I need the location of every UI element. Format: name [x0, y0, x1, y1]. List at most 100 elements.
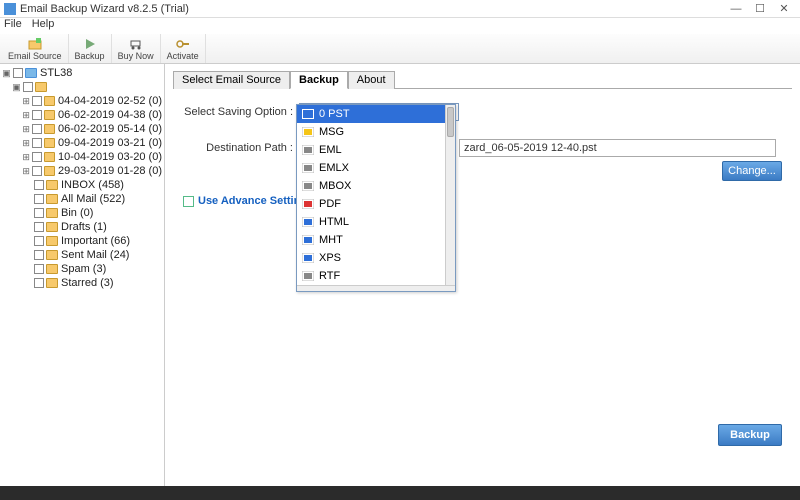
minimize-button[interactable]: —: [724, 3, 748, 15]
format-icon: [301, 180, 315, 192]
tree-date-label[interactable]: 10-04-2019 03-20 (0): [58, 151, 162, 163]
dropdown-hscroll[interactable]: [297, 285, 455, 291]
format-icon: [301, 270, 315, 282]
tree-checkbox[interactable]: [23, 82, 33, 92]
tree-checkbox[interactable]: [34, 208, 44, 218]
dropdown-option-label: MBOX: [319, 180, 351, 192]
toolbar-backup[interactable]: Backup: [69, 34, 112, 63]
tab-backup[interactable]: Backup: [290, 71, 348, 89]
dropdown-option-label: HTML: [319, 216, 349, 228]
folder-plus-icon: [28, 37, 42, 51]
account-icon: [25, 68, 37, 78]
tab-strip: Select Email Source Backup About: [173, 70, 792, 89]
tree-checkbox[interactable]: [34, 264, 44, 274]
folder-icon: [46, 222, 58, 232]
tree-checkbox[interactable]: [32, 166, 41, 176]
tree-folder-label[interactable]: Drafts (1): [61, 221, 107, 233]
dropdown-option-msg[interactable]: MSG: [297, 123, 455, 141]
folder-icon: [44, 138, 55, 148]
tree-folder-label[interactable]: Spam (3): [61, 263, 106, 275]
tree-checkbox[interactable]: [34, 180, 44, 190]
format-icon: [301, 252, 315, 264]
tree-twisty[interactable]: ▣: [12, 82, 21, 93]
tree-twisty[interactable]: ⊞: [22, 138, 30, 149]
tree-date-label[interactable]: 04-04-2019 02-52 (0): [58, 95, 162, 107]
dropdown-option-pdf[interactable]: PDF: [297, 195, 455, 213]
tree-date-label[interactable]: 06-02-2019 05-14 (0): [58, 123, 162, 135]
tree-twisty[interactable]: ⊞: [22, 96, 30, 107]
dropdown-option-mbox[interactable]: MBOX: [297, 177, 455, 195]
destination-path-value: zard_06-05-2019 12-40.pst: [464, 142, 597, 154]
tree-checkbox[interactable]: [34, 250, 44, 260]
dropdown-option-html[interactable]: HTML: [297, 213, 455, 231]
menu-file[interactable]: File: [4, 18, 22, 34]
tree-folder-label[interactable]: INBOX (458): [61, 179, 124, 191]
tree-checkbox[interactable]: [34, 278, 44, 288]
tree-checkbox[interactable]: [13, 68, 23, 78]
advance-settings-checkbox[interactable]: [183, 196, 194, 207]
tree-twisty[interactable]: ⊞: [22, 110, 30, 121]
dropdown-option-eml[interactable]: EML: [297, 141, 455, 159]
destination-path-label: Destination Path :: [183, 142, 293, 154]
toolbar-activate[interactable]: Activate: [161, 34, 206, 63]
saving-option-label: Select Saving Option :: [183, 106, 293, 118]
tree-checkbox[interactable]: [34, 236, 44, 246]
tree-checkbox[interactable]: [32, 124, 41, 134]
menu-help[interactable]: Help: [32, 18, 55, 34]
tree-folder-label[interactable]: All Mail (522): [61, 193, 125, 205]
dropdown-option-mht[interactable]: MHT: [297, 231, 455, 249]
format-icon: [301, 144, 315, 156]
toolbar: Email Source Backup Buy Now Activate: [0, 34, 800, 64]
tree-folder-label[interactable]: Sent Mail (24): [61, 249, 129, 261]
status-bar: [0, 486, 800, 500]
tree-folder-label[interactable]: Bin (0): [61, 207, 93, 219]
format-icon: [301, 216, 315, 228]
folder-icon: [46, 180, 58, 190]
toolbar-email-source[interactable]: Email Source: [2, 34, 69, 63]
tab-about[interactable]: About: [348, 71, 395, 89]
tree-folder-label[interactable]: Important (66): [61, 235, 130, 247]
change-button[interactable]: Change...: [722, 161, 782, 181]
tab-select-email-source[interactable]: Select Email Source: [173, 71, 290, 89]
tree-twisty[interactable]: ⊞: [22, 152, 30, 163]
tree-twisty[interactable]: ▣: [2, 68, 11, 79]
toolbar-buy-now[interactable]: Buy Now: [112, 34, 161, 63]
tree-twisty[interactable]: ⊞: [22, 166, 30, 177]
folder-tree[interactable]: ▣ STL38 ▣ ⊞ 04-04-2019 02-52 (0) ⊞ 06-02-201…: [0, 64, 165, 486]
dropdown-option-rtf[interactable]: RTF: [297, 267, 455, 285]
key-icon: [176, 37, 190, 51]
backup-form: Select Saving Option : PST ▾ Destination…: [173, 89, 792, 221]
dropdown-option-label: RTF: [319, 270, 340, 282]
tree-checkbox[interactable]: [32, 138, 41, 148]
play-icon: [83, 37, 97, 51]
tree-checkbox[interactable]: [32, 152, 41, 162]
tree-date-label[interactable]: 29-03-2019 01-28 (0): [58, 165, 162, 177]
folder-icon: [46, 236, 58, 246]
scrollbar-thumb[interactable]: [447, 107, 454, 137]
maximize-button[interactable]: ☐: [748, 2, 772, 15]
dropdown-option-label: 0 PST: [319, 108, 350, 120]
dropdown-scrollbar[interactable]: [445, 105, 455, 285]
close-button[interactable]: ✕: [772, 2, 796, 15]
tree-folder-label[interactable]: Starred (3): [61, 277, 114, 289]
tree-date-label[interactable]: 06-02-2019 04-38 (0): [58, 109, 162, 121]
dropdown-option-emlx[interactable]: EMLX: [297, 159, 455, 177]
tree-checkbox[interactable]: [34, 222, 44, 232]
tree-checkbox[interactable]: [32, 96, 41, 106]
window-title: Email Backup Wizard v8.2.5 (Trial): [20, 3, 724, 15]
saving-option-dropdown[interactable]: 0 PST MSGEML EMLX MBOX PDF HTML MHTXPS RTF: [296, 104, 456, 292]
dropdown-option-pst[interactable]: 0 PST: [297, 105, 455, 123]
backup-button[interactable]: Backup: [718, 424, 782, 446]
tree-checkbox[interactable]: [34, 194, 44, 204]
folder-icon: [46, 250, 58, 260]
destination-path-input[interactable]: zard_06-05-2019 12-40.pst: [459, 139, 776, 157]
dropdown-option-xps[interactable]: XPS: [297, 249, 455, 267]
format-icon: [301, 198, 315, 210]
dropdown-option-label: EMLX: [319, 162, 349, 174]
tree-root-label[interactable]: STL38: [40, 67, 72, 79]
tree-checkbox[interactable]: [32, 110, 41, 120]
menu-bar: File Help: [0, 18, 800, 34]
tree-twisty[interactable]: ⊞: [22, 124, 30, 135]
folder-icon: [46, 194, 58, 204]
tree-date-label[interactable]: 09-04-2019 03-21 (0): [58, 137, 162, 149]
